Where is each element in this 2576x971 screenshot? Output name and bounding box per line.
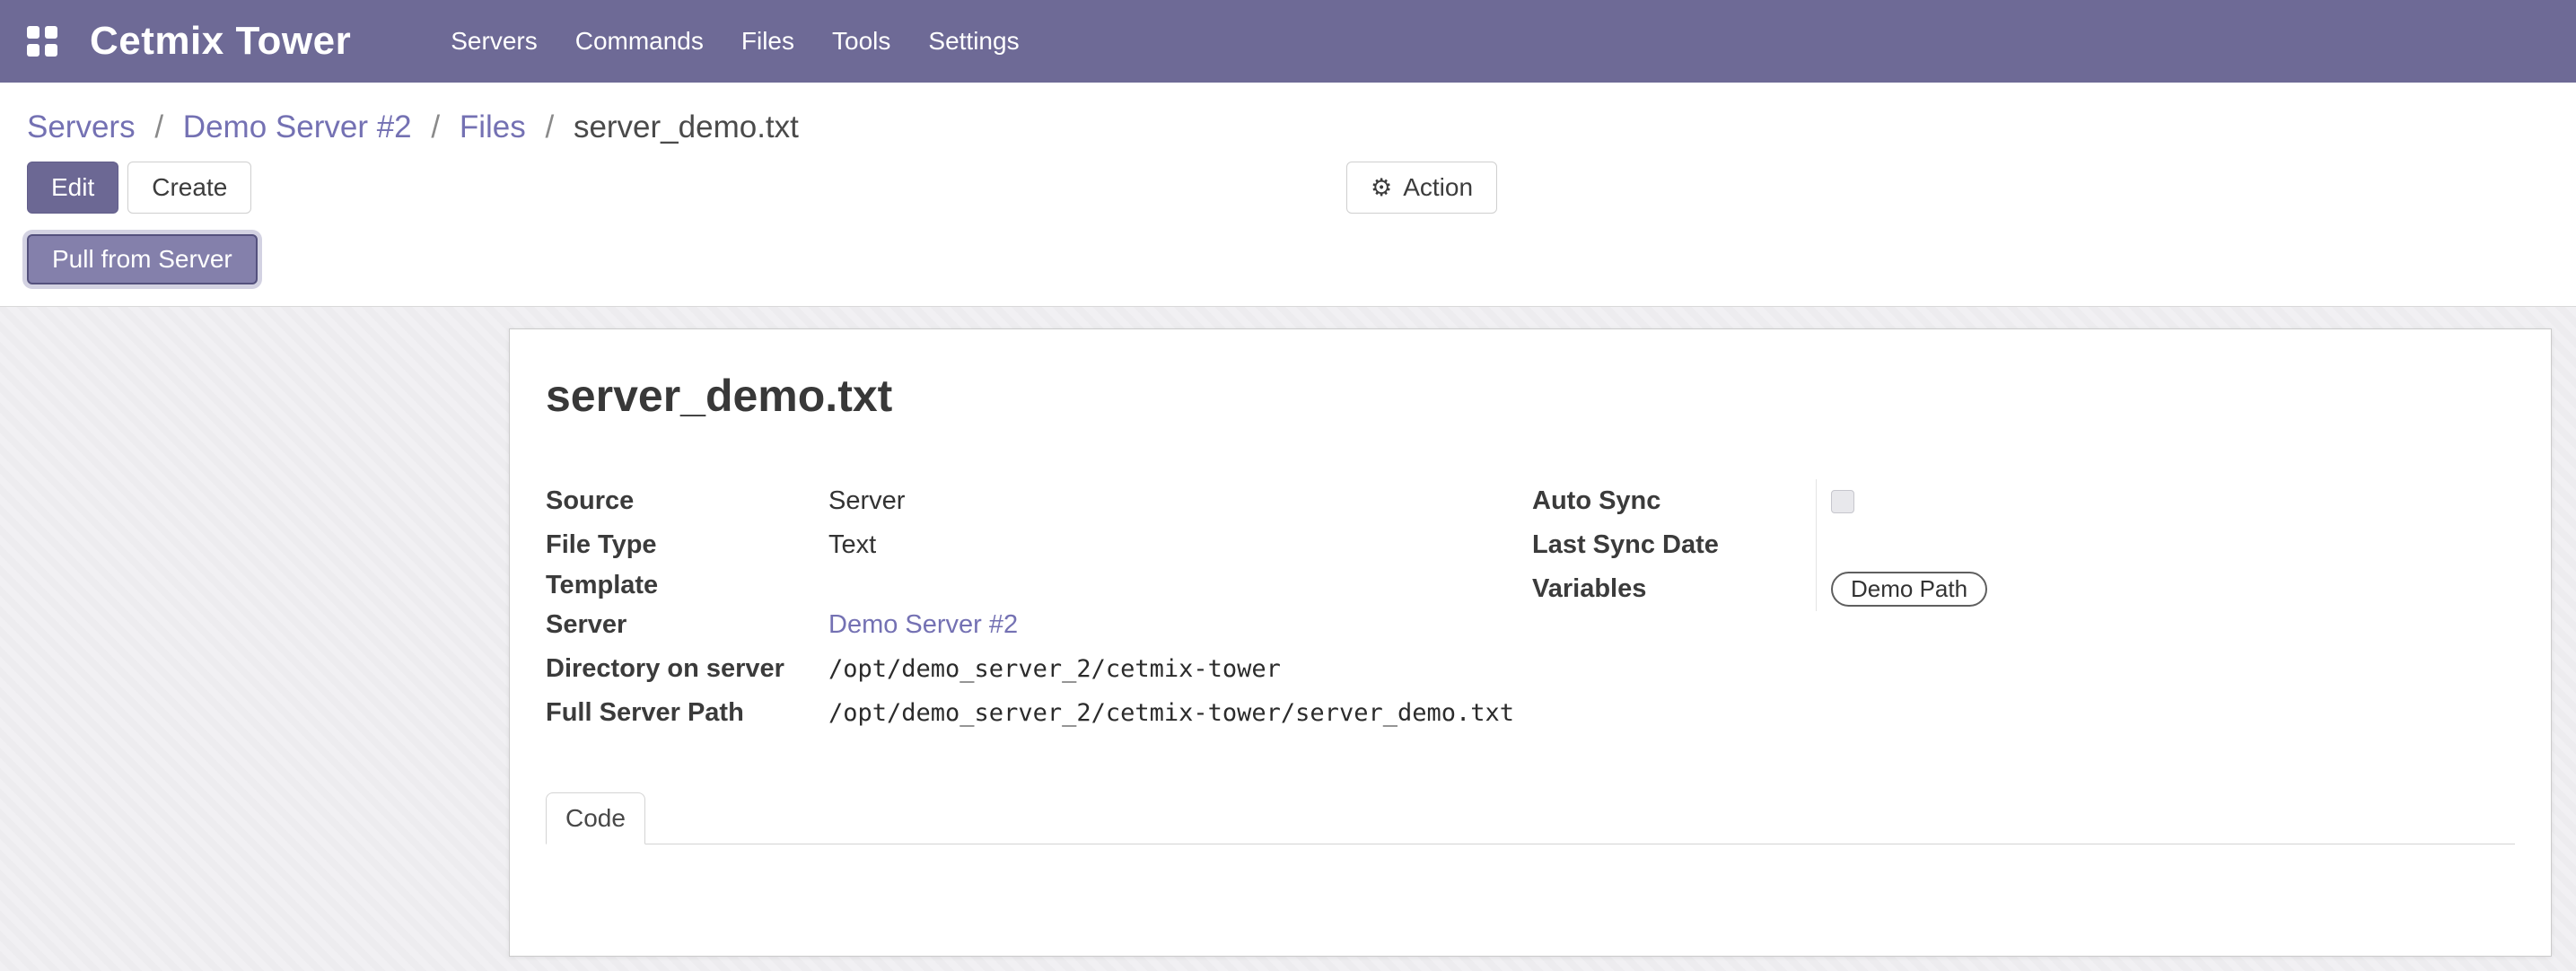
field-value-last-sync-date <box>1816 523 1852 567</box>
breadcrumb-demo-server[interactable]: Demo Server #2 <box>183 109 412 144</box>
field-full-path: Full Server Path /opt/demo_server_2/cetm… <box>546 691 1532 735</box>
gear-icon: ⚙ <box>1371 176 1392 200</box>
menu-servers[interactable]: Servers <box>432 14 556 68</box>
header-buttons-row: Pull from Server <box>0 220 2576 306</box>
left-field-column: Source Server File Type Text Template Se… <box>546 479 1532 735</box>
field-label-template: Template <box>546 571 828 600</box>
field-label-directory: Directory on server <box>546 654 828 684</box>
form-sheet: server_demo.txt Source Server File Type … <box>509 328 2552 957</box>
field-value-source: Server <box>828 486 905 516</box>
menu-commands[interactable]: Commands <box>556 14 723 68</box>
create-button[interactable]: Create <box>127 162 251 214</box>
field-value-server-link[interactable]: Demo Server #2 <box>828 610 1018 640</box>
field-server: Server Demo Server #2 <box>546 603 1532 647</box>
field-value-auto-sync <box>1816 479 1854 523</box>
field-directory: Directory on server /opt/demo_server_2/c… <box>546 647 1532 691</box>
field-label-full-path: Full Server Path <box>546 698 828 728</box>
breadcrumb: Servers / Demo Server #2 / Files / serve… <box>0 83 2576 149</box>
breadcrumb-separator: / <box>420 109 451 144</box>
breadcrumb-current-file: server_demo.txt <box>574 109 799 144</box>
record-title: server_demo.txt <box>546 371 2515 422</box>
field-label-variables: Variables <box>1532 574 1816 604</box>
control-panel: Servers / Demo Server #2 / Files / serve… <box>0 83 2576 307</box>
variable-tag-demo-path: Demo Path <box>1831 572 1987 607</box>
notebook-tab-bar: Code <box>546 792 2515 844</box>
field-label-auto-sync: Auto Sync <box>1532 486 1816 516</box>
field-label-source: Source <box>546 486 828 516</box>
auto-sync-checkbox[interactable] <box>1831 490 1854 513</box>
main-menu: Servers Commands Files Tools Settings <box>432 14 1038 68</box>
right-field-column: Auto Sync Last Sync Date Variables Demo … <box>1532 479 2515 735</box>
breadcrumb-files[interactable]: Files <box>460 109 526 144</box>
field-last-sync-date: Last Sync Date <box>1532 523 2515 567</box>
menu-files[interactable]: Files <box>723 14 813 68</box>
notebook: Code <box>546 792 2515 943</box>
apps-grid-square <box>27 44 39 57</box>
field-value-variables: Demo Path <box>1816 567 1987 611</box>
form-buttons-row: Edit Create ⚙ Action <box>0 149 2576 220</box>
field-source: Source Server <box>546 479 1532 523</box>
action-button[interactable]: ⚙ Action <box>1346 162 1497 214</box>
breadcrumb-separator: / <box>534 109 565 144</box>
tab-code-content <box>546 844 2515 943</box>
content-area: server_demo.txt Source Server File Type … <box>0 307 2576 971</box>
apps-grid-square <box>45 44 57 57</box>
field-label-server: Server <box>546 610 828 640</box>
breadcrumb-separator: / <box>144 109 174 144</box>
breadcrumb-servers[interactable]: Servers <box>27 109 136 144</box>
field-file-type: File Type Text <box>546 523 1532 567</box>
field-auto-sync: Auto Sync <box>1532 479 2515 523</box>
field-groups: Source Server File Type Text Template Se… <box>546 479 2515 735</box>
tab-code[interactable]: Code <box>546 792 645 844</box>
edit-button[interactable]: Edit <box>27 162 118 214</box>
top-navbar: Cetmix Tower Servers Commands Files Tool… <box>0 0 2576 83</box>
field-label-file-type: File Type <box>546 530 828 560</box>
action-button-label: Action <box>1403 171 1473 204</box>
apps-grid-square <box>27 26 39 39</box>
menu-tools[interactable]: Tools <box>813 14 909 68</box>
menu-settings[interactable]: Settings <box>909 14 1038 68</box>
field-label-last-sync-date: Last Sync Date <box>1532 530 1816 560</box>
apps-grid-square <box>45 26 57 39</box>
field-variables: Variables Demo Path <box>1532 567 2515 611</box>
field-value-full-path: /opt/demo_server_2/cetmix-tower/server_d… <box>828 699 1514 727</box>
field-value-file-type: Text <box>828 530 876 560</box>
field-template: Template <box>546 567 1532 603</box>
field-value-directory: /opt/demo_server_2/cetmix-tower <box>828 655 1281 683</box>
app-brand-title[interactable]: Cetmix Tower <box>90 19 351 64</box>
apps-grid-icon[interactable] <box>27 26 57 57</box>
pull-from-server-button[interactable]: Pull from Server <box>27 234 258 284</box>
